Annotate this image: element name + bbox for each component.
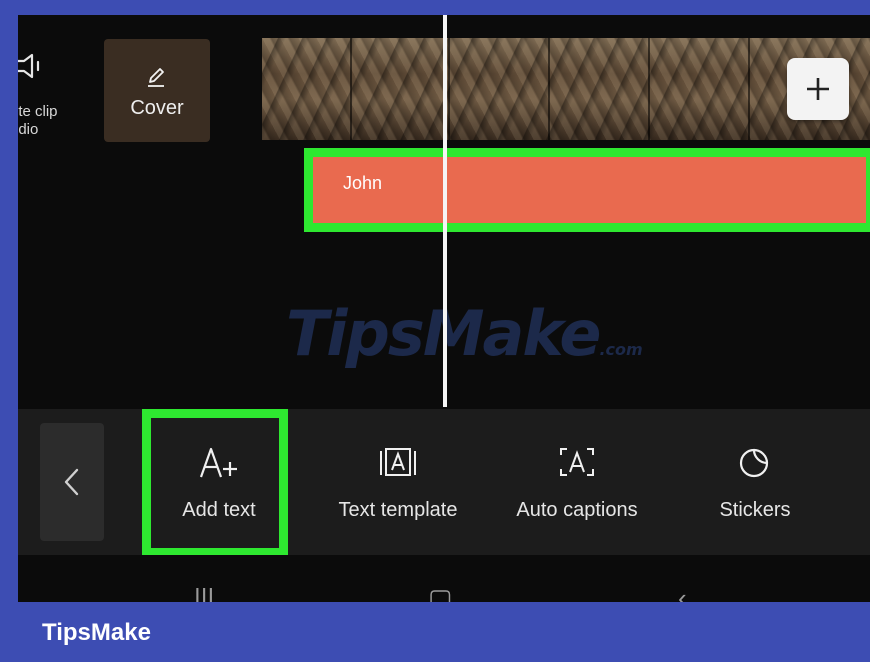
- stickers-label: Stickers: [719, 499, 791, 521]
- watermark-suffix: .com: [599, 340, 643, 359]
- text-track-label: John: [343, 173, 383, 193]
- frame-divider: [448, 38, 450, 140]
- mute-clip-audio-button[interactable]: ute clip udio: [18, 45, 98, 155]
- caption-bar: TipsMake: [0, 602, 870, 662]
- plus-icon: [807, 78, 829, 100]
- frame-divider: [648, 38, 650, 140]
- back-nav-icon[interactable]: ‹: [678, 585, 687, 602]
- cover-button[interactable]: Cover: [104, 39, 210, 142]
- add-text-highlight: [142, 409, 288, 557]
- home-icon[interactable]: ▢: [428, 585, 453, 602]
- frame-divider: [748, 38, 750, 140]
- text-template-button[interactable]: Text template: [323, 409, 473, 555]
- text-track-clip[interactable]: John: [313, 157, 866, 223]
- system-nav-bar: ||| ▢ ‹: [18, 555, 870, 602]
- text-toolbar: Add text Text template Auto captions Sti…: [18, 409, 870, 557]
- speaker-icon: [18, 53, 40, 79]
- frame-divider: [548, 38, 550, 140]
- playhead[interactable]: [443, 15, 447, 407]
- stickers-button[interactable]: Stickers: [690, 409, 820, 555]
- chevron-left-icon: [64, 468, 79, 496]
- auto-captions-icon: [560, 448, 594, 476]
- video-clip-filmstrip[interactable]: [262, 38, 870, 140]
- text-template-icon: [380, 448, 416, 476]
- auto-captions-button[interactable]: Auto captions: [502, 409, 652, 555]
- auto-captions-label: Auto captions: [516, 499, 638, 521]
- sticker-icon: [739, 448, 769, 478]
- brand-label: TipsMake: [42, 619, 151, 646]
- pencil-icon: [148, 68, 164, 87]
- editor-screen: ute clip udio Cover John TipsMake.com: [18, 15, 870, 602]
- text-template-label: Text template: [338, 499, 458, 521]
- add-clip-button[interactable]: [787, 58, 849, 120]
- watermark: TipsMake.com: [286, 297, 643, 370]
- mute-clip-audio-label: ute clip udio: [18, 103, 58, 138]
- recent-apps-icon[interactable]: |||: [194, 585, 214, 602]
- cover-label: Cover: [130, 97, 184, 119]
- back-button[interactable]: [40, 423, 104, 541]
- frame-divider: [350, 38, 352, 140]
